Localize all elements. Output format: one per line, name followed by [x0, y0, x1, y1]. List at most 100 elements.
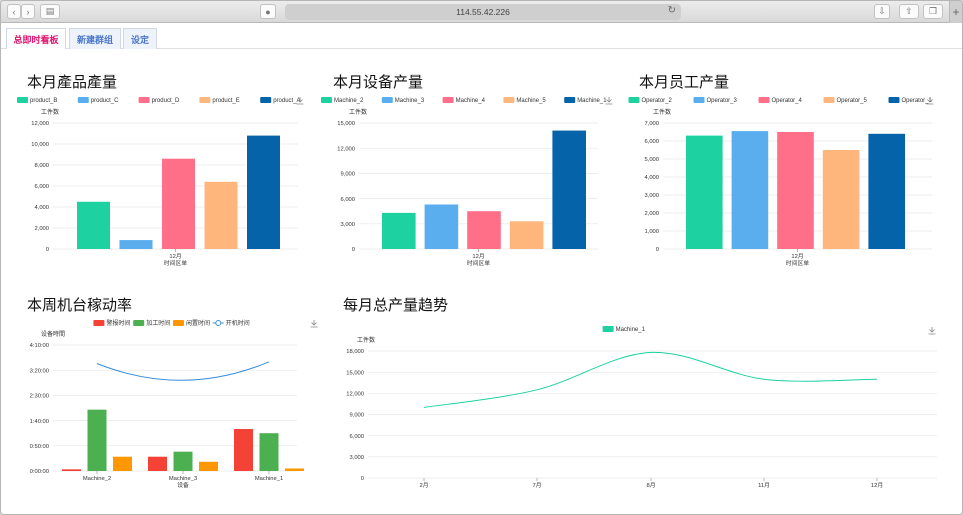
bar-Machine_2-1: [87, 409, 107, 471]
legend-swatch-utilization: [93, 320, 105, 326]
legend-swatch-utilization: [215, 320, 222, 326]
forward-button[interactable]: ›: [21, 4, 35, 19]
y-tick-label-product: 4,000: [34, 205, 49, 211]
x-tick-label-trend: 12月: [871, 482, 883, 489]
bar-Machine_1-1: [259, 433, 279, 471]
x-tick-label-trend: 2月: [419, 482, 428, 489]
bar-Operator_2: [686, 135, 723, 249]
legend-label-utilization: 警报时间: [106, 319, 130, 327]
download-icon-trend: [928, 327, 936, 335]
dashboard-content: 本月產品產量 本月设备产量 本月员工产量 本周机台稼动率 每月总产量趋势 0 2,…: [1, 50, 962, 514]
bar-Operator_3: [731, 131, 769, 249]
legend-label-operator: Operator_5: [837, 98, 868, 104]
y-tick-label-operator: 3,000: [644, 193, 659, 199]
bar-Machine_5: [509, 221, 544, 249]
legend-label-operator: Operator_4: [772, 98, 803, 104]
legend-label-utilization: 开机时间: [226, 319, 250, 327]
bar-Machine_2: [382, 212, 416, 249]
y-tick-label-machine: 9,000: [340, 172, 355, 178]
download-icon: ⇩: [878, 6, 886, 16]
legend-swatch-machine: [503, 97, 515, 103]
bar-Machine_1: [552, 130, 586, 249]
legend-swatch-utilization: [133, 320, 145, 326]
tabs-button[interactable]: ❐: [923, 4, 943, 19]
x-tick-label-product: 12月: [169, 253, 181, 260]
y-tick-label-operator: 2,000: [644, 211, 659, 217]
y-tick-label-machine: 6,000: [340, 197, 355, 203]
line-开机时间: [96, 361, 270, 381]
download-icon-utilization: [310, 320, 318, 328]
y-tick-label-product: 12,000: [31, 121, 49, 127]
y-tick-label-utilization: 2:30:00: [30, 394, 49, 400]
tab-settings[interactable]: 设定: [123, 28, 157, 49]
address-bar[interactable]: 114.55.42.226 ↻: [285, 4, 681, 20]
y-tick-label-trend: 6,000: [349, 434, 364, 440]
y-tick-label-utilization: 0:50:00: [30, 444, 49, 450]
y-tick-label-operator: 7,000: [644, 121, 659, 127]
y-tick-label-operator: 0: [656, 247, 659, 253]
y-tick-label-trend: 9,000: [349, 413, 364, 419]
y-tick-label-trend: 15,000: [346, 370, 364, 376]
reload-icon[interactable]: ↻: [668, 5, 676, 16]
bar-product_C: [119, 240, 153, 249]
tab-label: 设定: [130, 34, 149, 45]
legend-label-product: product_D: [152, 98, 180, 104]
legend-swatch-machine: [381, 97, 393, 103]
legend-label-machine: Machine_2: [334, 98, 364, 104]
y-tick-label-product: 10,000: [31, 142, 49, 148]
x-tick-label-machine: 12月: [472, 253, 484, 260]
bar-Machine_3-1: [173, 451, 193, 471]
bar-Operator_4: [777, 132, 814, 249]
legend-label-utilization: 闲置时间: [186, 319, 210, 327]
tab-label: 新建群组: [76, 34, 113, 45]
y-tick-label-trend: 0: [361, 476, 364, 482]
legend-label-product: product_E: [212, 98, 239, 104]
bar-Machine_1-2: [285, 468, 304, 471]
bar-Machine_3: [424, 204, 459, 249]
y-axis-label-operator: 工件数: [653, 108, 671, 116]
legend-swatch-product: [199, 97, 211, 103]
new-tab-button[interactable]: +: [949, 1, 962, 23]
back-button[interactable]: ‹: [7, 4, 21, 19]
legend-swatch-operator: [888, 97, 900, 103]
bar-Operator_1: [868, 133, 905, 249]
legend-label-operator: Operator_2: [642, 98, 673, 104]
legend-label-product: product_B: [30, 98, 57, 104]
legend-swatch-machine: [321, 97, 332, 103]
bar-product_B: [77, 201, 110, 249]
share-button[interactable]: ⇧: [899, 4, 919, 19]
y-tick-label-product: 8,000: [34, 163, 49, 169]
legend-swatch-machine: [564, 97, 576, 103]
y-tick-label-trend: 3,000: [349, 455, 364, 461]
reader-icon: ●: [265, 6, 271, 17]
legend-swatch-operator: [628, 97, 640, 103]
x-axis-label-product: 时间区单: [164, 259, 187, 267]
bar-Machine_2-0: [62, 469, 81, 471]
download-button[interactable]: ⇩: [874, 4, 890, 19]
bar-product_D: [162, 158, 195, 249]
legend-swatch-utilization: [173, 320, 184, 326]
y-tick-label-operator: 4,000: [644, 175, 659, 181]
legend-swatch-product: [17, 97, 28, 103]
tabs-icon: ❐: [928, 6, 938, 16]
legend-swatch-machine: [442, 97, 454, 103]
legend-swatch-trend: [602, 326, 614, 332]
legend-swatch-operator: [693, 97, 705, 103]
y-tick-label-utilization: 4:10:00: [30, 343, 49, 349]
y-tick-label-machine: 3,000: [340, 222, 355, 228]
bar-Machine_4: [467, 211, 501, 249]
legend-swatch-product: [138, 97, 150, 103]
bar-Machine_2-2: [113, 456, 132, 471]
sidebar-button[interactable]: ▤: [40, 4, 60, 19]
bar-product_E: [204, 181, 238, 249]
x-tick-label-trend: 11月: [758, 482, 770, 489]
tab-dashboard[interactable]: 总即时看板: [6, 28, 66, 49]
charts-canvas: 0 2,000 4,000 6,000 8,000 10,000 12,000 工件数 prod…: [17, 97, 937, 489]
y-axis-label-utilization: 设备時間: [41, 330, 65, 338]
x-tick-label-utilization: Machine_3: [169, 476, 197, 482]
tab-new-group[interactable]: 新建群组: [69, 28, 121, 49]
reader-button[interactable]: ●: [260, 4, 276, 19]
y-tick-label-trend: 12,000: [346, 392, 364, 398]
x-axis-label-machine: 时间区单: [467, 259, 490, 267]
legend-label-operator: Operator_3: [707, 98, 738, 104]
